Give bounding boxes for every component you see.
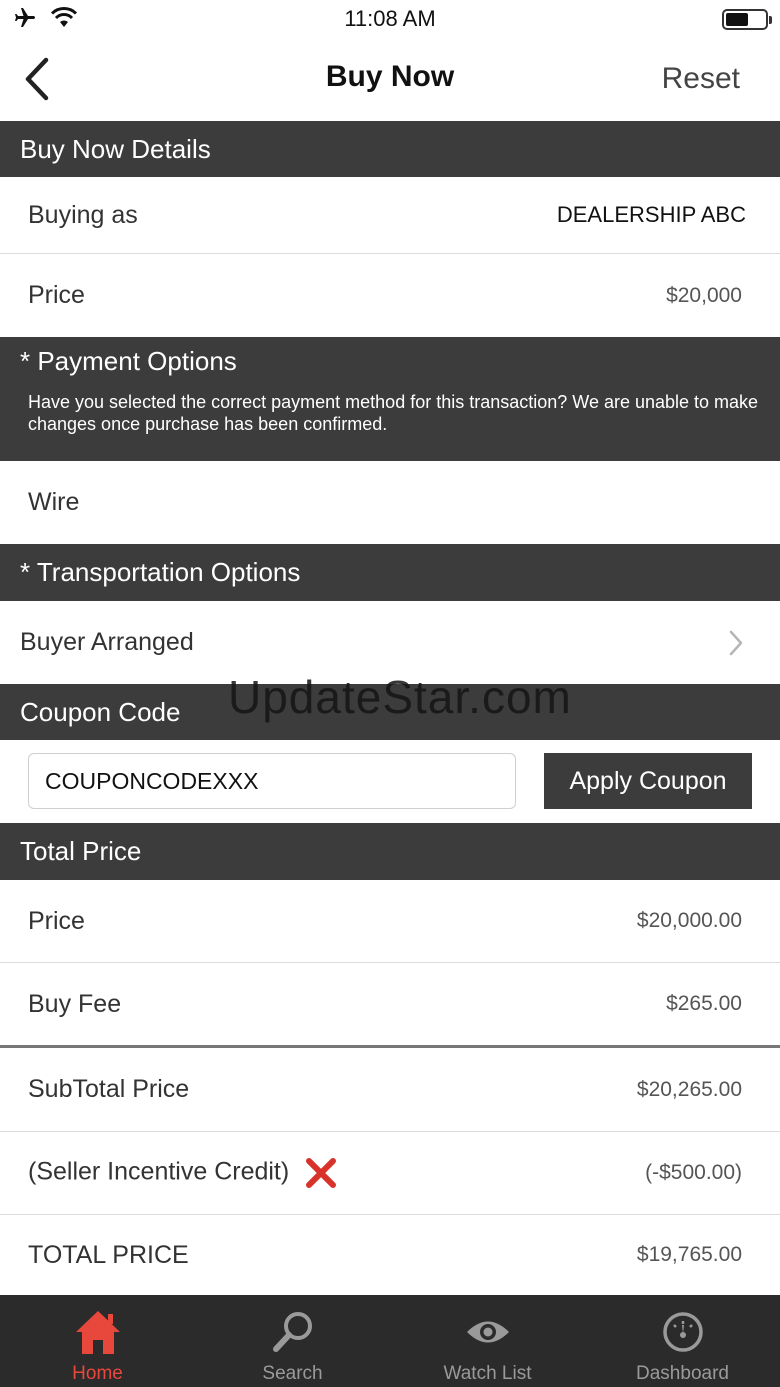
grand-total-row: TOTAL PRICE $19,765.00 bbox=[0, 1215, 780, 1295]
chevron-right-icon bbox=[729, 630, 743, 655]
section-header-details: Buy Now Details bbox=[0, 121, 780, 177]
search-icon bbox=[272, 1312, 312, 1352]
grand-total-value: $19,765.00 bbox=[636, 1243, 742, 1266]
buy-fee-label: Buy Fee bbox=[28, 989, 122, 1018]
seller-credit-label-group: (Seller Incentive Credit) bbox=[28, 1156, 338, 1190]
total-price-row: Price $20,000.00 bbox=[0, 880, 780, 963]
coupon-code-input[interactable] bbox=[28, 753, 516, 809]
status-bar: 11:08 AM bbox=[0, 0, 780, 40]
subtotal-row: SubTotal Price $20,265.00 bbox=[0, 1048, 780, 1132]
payment-warning-text: Have you selected the correct payment me… bbox=[28, 392, 759, 434]
status-time: 11:08 AM bbox=[344, 6, 436, 31]
tab-label: Dashboard bbox=[636, 1363, 729, 1384]
nav-bar: Buy Now Reset bbox=[0, 40, 780, 121]
remove-credit-icon[interactable] bbox=[304, 1156, 338, 1190]
tab-watch-list[interactable]: Watch List bbox=[390, 1295, 585, 1387]
watermark-text: UpdateStar.com bbox=[228, 671, 572, 723]
subtotal-value: $20,265.00 bbox=[636, 1077, 742, 1101]
tab-label: Search bbox=[262, 1363, 323, 1384]
tab-home[interactable]: Home bbox=[0, 1295, 195, 1387]
section-title: Total Price bbox=[20, 836, 142, 866]
transport-option-label: Buyer Arranged bbox=[20, 628, 194, 656]
buy-fee-value: $265.00 bbox=[666, 992, 742, 1015]
section-title: * Transportation Options bbox=[20, 557, 301, 587]
apply-coupon-button[interactable]: Apply Coupon bbox=[544, 753, 752, 809]
seller-credit-value: (-$500.00) bbox=[645, 1161, 742, 1184]
price-label: Price bbox=[28, 906, 85, 935]
buying-as-label: Buying as bbox=[28, 200, 138, 229]
eye-icon bbox=[466, 1321, 509, 1343]
home-icon bbox=[75, 1311, 120, 1354]
section-title: Coupon Code bbox=[20, 696, 181, 727]
speedometer-icon bbox=[662, 1312, 703, 1352]
payment-option-label: Wire bbox=[28, 488, 80, 516]
seller-credit-row: (Seller Incentive Credit) (-$500.00) bbox=[0, 1132, 780, 1215]
section-title: Buy Now Details bbox=[20, 133, 211, 164]
buying-as-row: Buying as DEALERSHIP ABC bbox=[0, 177, 780, 254]
section-header-payment: * Payment Options Have you selected the … bbox=[0, 337, 780, 461]
tab-label: Home bbox=[72, 1363, 123, 1384]
price-row: Price $20,000 bbox=[0, 254, 780, 337]
price-value: $20,000 bbox=[666, 283, 742, 307]
subtotal-label: SubTotal Price bbox=[28, 1075, 190, 1103]
price-value: $20,000.00 bbox=[636, 909, 742, 932]
buying-as-value: DEALERSHIP ABC bbox=[556, 202, 746, 227]
buy-fee-row: Buy Fee $265.00 bbox=[0, 963, 780, 1045]
seller-credit-label: (Seller Incentive Credit) bbox=[28, 1157, 290, 1186]
grand-total-label: TOTAL PRICE bbox=[28, 1240, 189, 1269]
section-header-transport: * Transportation Options bbox=[0, 544, 780, 601]
payment-option-row[interactable]: Wire bbox=[0, 461, 780, 544]
tab-dashboard[interactable]: Dashboard bbox=[585, 1295, 780, 1387]
tab-bar: Home Search Watch List Dashboard bbox=[0, 1295, 780, 1387]
section-title: * Payment Options bbox=[20, 346, 237, 376]
section-header-total: Total Price bbox=[0, 823, 780, 880]
tab-label: Watch List bbox=[443, 1363, 532, 1384]
reset-button[interactable]: Reset bbox=[662, 62, 740, 96]
tab-search[interactable]: Search bbox=[195, 1295, 390, 1387]
battery-icon bbox=[722, 9, 772, 30]
price-label: Price bbox=[28, 281, 85, 309]
